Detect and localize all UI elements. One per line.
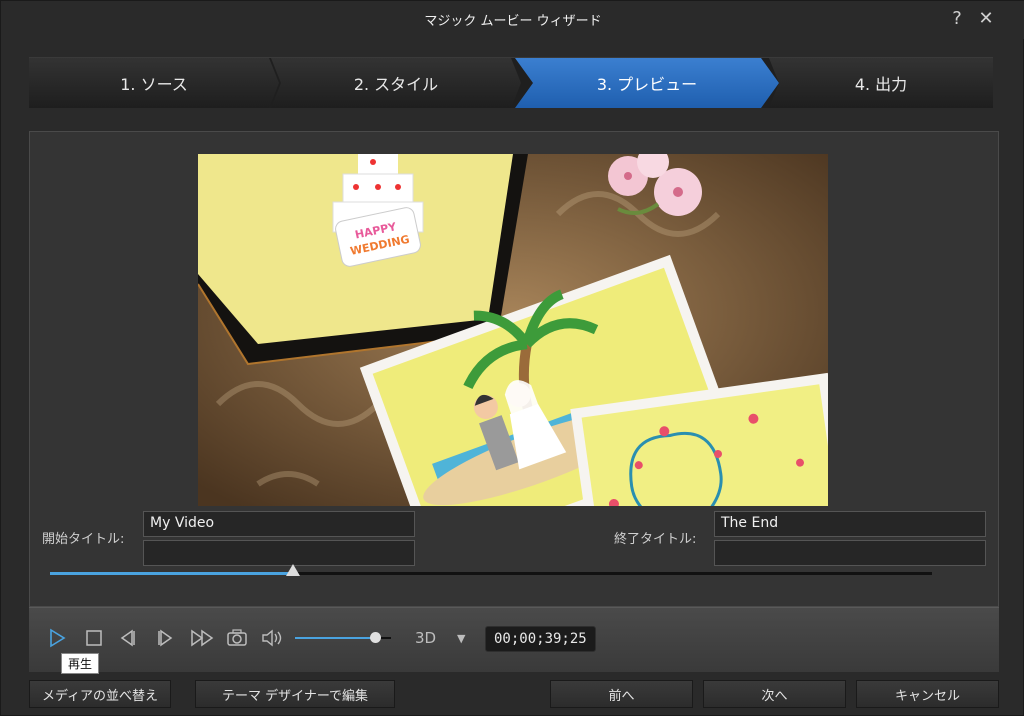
end-title-input-2[interactable] — [714, 540, 986, 566]
step-output-label: 4. 出力 — [854, 75, 908, 94]
step-output[interactable]: 4. 出力 — [769, 58, 993, 108]
step-source[interactable]: 1. ソース — [29, 58, 279, 108]
fast-forward-icon[interactable] — [190, 626, 214, 650]
step-style-label: 2. スタイル — [353, 75, 439, 94]
step-source-label: 1. ソース — [120, 75, 188, 94]
seek-bar-handle[interactable] — [285, 564, 300, 576]
back-button[interactable]: 前へ — [550, 680, 693, 708]
playback-controls: 3D ▼ 00;00;39;25 — [29, 607, 999, 672]
volume-icon[interactable] — [260, 626, 284, 650]
volume-slider-handle[interactable] — [370, 632, 381, 643]
3d-mode-dropdown-icon[interactable]: ▼ — [457, 632, 465, 645]
3d-mode-button[interactable]: 3D — [415, 629, 436, 647]
preview-panel: HAPPY WEDDING 開始タイトル: My Video 終了タイトル: T… — [29, 131, 999, 607]
end-title-input-1[interactable]: The End — [714, 511, 986, 537]
next-frame-icon[interactable] — [153, 626, 177, 650]
play-icon[interactable] — [45, 626, 69, 650]
step-preview[interactable]: 3. プレビュー — [515, 58, 779, 108]
stop-icon[interactable] — [82, 626, 106, 650]
seek-bar-progress — [50, 572, 293, 575]
volume-slider-fill — [295, 637, 377, 639]
end-title-label: 終了タイトル: — [614, 532, 697, 547]
edit-in-theme-designer-button[interactable]: テーマ デザイナーで編集 — [195, 680, 395, 708]
play-tooltip: 再生 — [61, 653, 100, 674]
video-preview[interactable]: HAPPY WEDDING — [198, 154, 828, 506]
start-title-input-1[interactable]: My Video — [143, 511, 415, 537]
close-icon[interactable]: ✕ — [974, 7, 998, 31]
camera-icon[interactable] — [225, 626, 249, 650]
timecode-display[interactable]: 00;00;39;25 — [485, 626, 596, 652]
next-button[interactable]: 次へ — [703, 680, 846, 708]
step-preview-label: 3. プレビュー — [596, 75, 698, 94]
title-bar: マジック ムービー ウィザード ? ✕ — [1, 1, 1024, 39]
preview-scene: HAPPY WEDDING — [198, 154, 828, 506]
reorder-media-button[interactable]: メディアの並べ替え — [29, 680, 171, 708]
step-style[interactable]: 2. スタイル — [271, 58, 521, 108]
start-title-label: 開始タイトル: — [42, 532, 125, 547]
start-title-input-2[interactable] — [143, 540, 415, 566]
cancel-button[interactable]: キャンセル — [856, 680, 999, 708]
magic-movie-wizard-window: マジック ムービー ウィザード ? ✕ 1. ソース 2. スタイル 3. プレ… — [0, 0, 1024, 716]
wizard-steps: 1. ソース 2. スタイル 3. プレビュー 4. 出力 — [29, 57, 993, 108]
prev-frame-icon[interactable] — [117, 626, 141, 650]
window-title: マジック ムービー ウィザード — [424, 14, 602, 29]
help-icon[interactable]: ? — [945, 7, 969, 31]
seek-bar[interactable] — [50, 564, 932, 576]
